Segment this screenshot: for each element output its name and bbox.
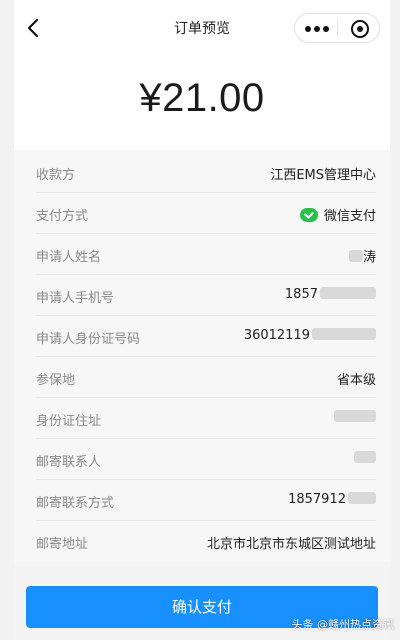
redacted-blur: [320, 287, 376, 299]
target-close-icon[interactable]: [351, 20, 369, 38]
payee-label: 收款方: [36, 168, 76, 183]
mail-contact-label: 邮寄联系人: [36, 455, 102, 470]
mail-phone-text: 1857912: [288, 492, 346, 507]
mini-program-capsule: [294, 13, 380, 43]
insured-place-value: 省本级: [336, 373, 376, 388]
amount-section: ¥21.00: [14, 56, 390, 150]
row-mail-contact: 邮寄联系人: [36, 439, 376, 480]
row-insured-place: 参保地 省本级: [36, 357, 376, 398]
applicant-id-text: 36012119: [243, 328, 310, 343]
payee-value: 江西EMS管理中心: [270, 168, 376, 183]
capsule-divider: [337, 21, 338, 37]
row-applicant-name: 申请人姓名 涛: [36, 234, 376, 275]
applicant-name-value: 涛: [348, 246, 376, 265]
payment-method-label: 支付方式: [36, 209, 89, 224]
mail-contact-value: [354, 451, 376, 466]
row-payment-method: 支付方式 微信支付: [36, 193, 376, 234]
id-address-label: 身份证住址: [36, 414, 102, 429]
id-address-value: [334, 410, 376, 425]
applicant-phone-text: 1857: [284, 287, 318, 302]
redacted-blur: [348, 492, 376, 504]
applicant-name-text: 涛: [362, 250, 376, 265]
row-payee: 收款方 江西EMS管理中心: [36, 152, 376, 193]
mail-address-label: 邮寄地址: [36, 537, 89, 552]
applicant-phone-label: 申请人手机号: [36, 291, 115, 306]
payment-method-value: 微信支付: [299, 205, 376, 224]
watermark: 头条 @赣州热点资讯: [291, 618, 395, 631]
redacted-blur: [348, 250, 363, 262]
more-dots-icon[interactable]: [305, 26, 329, 32]
applicant-phone-value: 1857: [285, 287, 376, 302]
redacted-blur: [312, 328, 376, 340]
payment-method-text: 微信支付: [323, 209, 376, 224]
order-amount: ¥21.00: [139, 76, 265, 120]
row-applicant-id: 申请人身份证号码 36012119: [36, 316, 376, 357]
row-mail-address: 邮寄地址 北京市北京市东城区测试地址: [36, 521, 376, 562]
insured-place-label: 参保地: [36, 373, 76, 388]
applicant-id-label: 申请人身份证号码: [36, 332, 141, 347]
wechat-pay-icon: [299, 208, 318, 222]
app-frame: 订单预览 ¥21.00 收款方 江西EMS管理中心 支付方式 微信支付 申请人姓…: [14, 0, 390, 640]
redacted-blur: [354, 451, 376, 463]
applicant-name-label: 申请人姓名: [36, 250, 102, 265]
redacted-blur: [334, 410, 376, 422]
top-bar: 订单预览: [14, 0, 390, 56]
row-applicant-phone: 申请人手机号 1857: [36, 275, 376, 316]
mail-address-value: 北京市北京市东城区测试地址: [206, 537, 376, 552]
row-mail-phone: 邮寄联系方式 1857912: [36, 480, 376, 521]
order-detail-list: 收款方 江西EMS管理中心 支付方式 微信支付 申请人姓名 涛 申请人手机号 1…: [14, 152, 390, 562]
mail-phone-label: 邮寄联系方式: [36, 496, 115, 511]
mail-phone-value: 1857912: [288, 492, 376, 507]
applicant-id-value: 36012119: [244, 328, 376, 343]
row-id-address: 身份证住址: [36, 398, 376, 439]
